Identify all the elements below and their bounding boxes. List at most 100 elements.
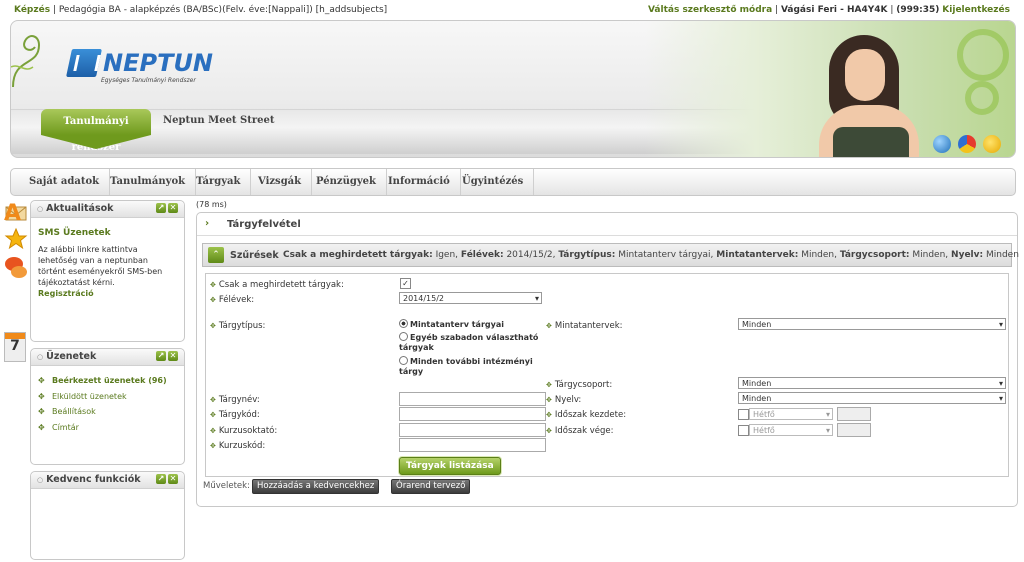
sent-link[interactable]: Elküldött üzenetek <box>38 389 177 405</box>
star-icon[interactable] <box>4 227 28 251</box>
user-name[interactable]: Vágási Feri - HA4Y4K <box>781 5 888 15</box>
period-start-time-input[interactable] <box>837 407 871 421</box>
type-radio-elective[interactable]: Egyéb szabadon választható tárgyak <box>399 332 547 353</box>
tab-meet-street[interactable]: Neptun Meet Street <box>163 115 274 126</box>
subject-code-label: Tárgykód: <box>210 410 260 420</box>
group-label: Tárgycsoport: <box>546 380 612 390</box>
top-bar-left: Képzés | Pedagógia BA - alapképzés (BA/B… <box>14 5 388 15</box>
response-time: (78 ms) <box>196 200 227 209</box>
smiley-icon[interactable] <box>983 135 1001 153</box>
filter-summary: Csak a meghirdetett tárgyak: Igen, Félév… <box>283 250 1019 260</box>
period-start-day-select[interactable]: Hétfő <box>749 408 833 421</box>
curricula-select[interactable]: Minden <box>738 318 1006 331</box>
close-icon[interactable]: ✕ <box>168 203 178 213</box>
header-icons <box>929 135 1001 156</box>
teacher-input[interactable] <box>399 423 546 437</box>
close-icon[interactable]: ✕ <box>168 474 178 484</box>
news-panel-title: Aktualitások <box>37 203 113 214</box>
sms-description: Az alábbi linkre kattintva lehetőség van… <box>38 245 163 287</box>
swirl-decoration-icon <box>11 35 41 88</box>
close-icon[interactable]: ✕ <box>168 351 178 361</box>
subject-code-input[interactable] <box>399 407 546 421</box>
subject-registration-panel: › Tárgyfelvétel ⌃ Szűrések Csak a meghir… <box>196 212 1019 507</box>
favorites-panel-header: Kedvenc funkciók ↗✕ <box>31 472 184 489</box>
browser-icon[interactable] <box>958 135 977 153</box>
period-end-time-input[interactable] <box>837 423 871 437</box>
side-icon-bar: A 7 <box>4 200 30 362</box>
pin-icon[interactable]: ↗ <box>156 474 166 484</box>
subject-name-input[interactable] <box>399 392 546 406</box>
expand-filter-icon[interactable]: ⌃ <box>208 247 224 263</box>
pin-icon[interactable]: ↗ <box>156 203 166 213</box>
language-select[interactable]: Minden <box>738 392 1006 405</box>
settings-link[interactable]: Beállítások <box>38 404 177 420</box>
logo-name: NEPTUN <box>103 49 214 77</box>
ring-decoration-icon <box>957 29 1009 81</box>
add-to-favorites-button[interactable]: Hozzáadás a kedvencekhez <box>252 479 380 494</box>
training-link[interactable]: Képzés <box>14 5 50 15</box>
inbox-link[interactable]: Beérkezett üzenetek (96) <box>38 373 177 389</box>
menu-finances[interactable]: Pénzügyek <box>306 169 387 195</box>
banner-photo <box>819 31 919 157</box>
only-announced-label: Csak a meghirdetett tárgyak: <box>210 280 344 290</box>
logout-link[interactable]: Kijelentkezés <box>942 5 1010 15</box>
type-radio-curriculum[interactable]: Mintatanterv tárgyai <box>399 319 539 330</box>
messages-panel: Üzenetek ↗✕ Beérkezett üzenetek (96) Elk… <box>30 348 185 465</box>
editor-mode-link[interactable]: Váltás szerkesztő módra <box>648 5 772 15</box>
main-menu: Saját adatok Tanulmányok Tárgyak Vizsgák… <box>10 168 1016 196</box>
course-code-input[interactable] <box>399 438 546 452</box>
group-select[interactable]: Minden <box>738 377 1006 390</box>
curricula-label: Mintatantervek: <box>546 321 623 331</box>
filter-form: Csak a meghirdetett tárgyak: ✓ Félévek: … <box>205 273 1009 477</box>
course-code-label: Kurzuskód: <box>210 441 265 451</box>
news-panel: Aktualitások ↗✕ SMS Üzenetek Az alábbi l… <box>30 200 185 342</box>
language-label: Nyelv: <box>546 395 581 405</box>
session-timer: (999:35) <box>896 5 940 15</box>
messages-panel-header: Üzenetek ↗✕ <box>31 349 184 366</box>
registration-link[interactable]: Regisztráció <box>38 288 177 299</box>
news-panel-body: SMS Üzenetek Az alábbi linkre kattintva … <box>31 218 184 305</box>
teacher-label: Kurzusoktató: <box>210 426 277 436</box>
menu-exams[interactable]: Vizsgák <box>248 169 313 195</box>
subject-name-label: Tárgynév: <box>210 395 260 405</box>
news-icon[interactable]: A <box>4 200 28 228</box>
list-subjects-button[interactable]: Tárgyak listázása <box>399 457 501 475</box>
sms-title: SMS Üzenetek <box>38 228 111 238</box>
only-announced-checkbox[interactable]: ✓ <box>400 278 411 289</box>
timetable-planner-button[interactable]: Órarend tervező <box>391 479 471 494</box>
menu-subjects[interactable]: Tárgyak <box>186 169 252 195</box>
logo-subtitle: Egységes Tanulmányi Rendszer <box>101 77 196 84</box>
menu-administration[interactable]: Ügyintézés <box>452 169 535 195</box>
top-bar-right: Váltás szerkesztő módra | Vágási Feri - … <box>647 5 1010 15</box>
calendar-icon[interactable]: 7 <box>4 332 26 362</box>
semester-label: Félévek: <box>210 295 254 305</box>
filter-bar[interactable]: ⌃ Szűrések Csak a meghirdetett tárgyak: … <box>202 243 1019 267</box>
messages-panel-title: Üzenetek <box>37 351 96 362</box>
pin-icon[interactable]: ↗ <box>156 351 166 361</box>
top-bar: Képzés | Pedagógia BA - alapképzés (BA/B… <box>0 0 1024 20</box>
period-end-label: Időszak vége: <box>546 426 614 436</box>
period-end-checkbox[interactable] <box>738 425 749 436</box>
period-end-day-select[interactable]: Hétfő <box>749 424 833 437</box>
favorites-panel-title: Kedvenc funkciók <box>37 474 141 485</box>
period-start-checkbox[interactable] <box>738 409 749 420</box>
page-title: Tárgyfelvétel <box>227 219 301 230</box>
operations-label: Műveletek: <box>203 481 250 491</box>
menu-personal-data[interactable]: Saját adatok <box>19 169 111 195</box>
directory-link[interactable]: Címtár <box>38 420 177 436</box>
globe-icon[interactable] <box>933 135 952 153</box>
main-title-bar: › Tárgyfelvétel <box>197 213 1017 236</box>
ring-decoration-icon <box>965 81 999 115</box>
chat-icon[interactable] <box>4 254 28 282</box>
period-start-label: Időszak kezdete: <box>546 410 626 420</box>
training-info: Pedagógia BA - alapképzés (BA/BSc)(Felv.… <box>58 5 388 15</box>
tab-study-system[interactable]: Tanulmányi rendszer <box>41 109 151 153</box>
favorites-panel: Kedvenc funkciók ↗✕ <box>30 471 185 560</box>
menu-studies[interactable]: Tanulmányok <box>100 169 197 195</box>
news-panel-header: Aktualitások ↗✕ <box>31 201 184 218</box>
logo-mark-icon <box>66 49 102 77</box>
semester-select[interactable]: 2014/15/2 <box>399 292 542 305</box>
menu-information[interactable]: Információ <box>378 169 461 195</box>
collapse-arrow-icon[interactable]: › <box>205 218 209 229</box>
type-radio-other[interactable]: Minden további intézményi tárgy <box>399 356 547 377</box>
